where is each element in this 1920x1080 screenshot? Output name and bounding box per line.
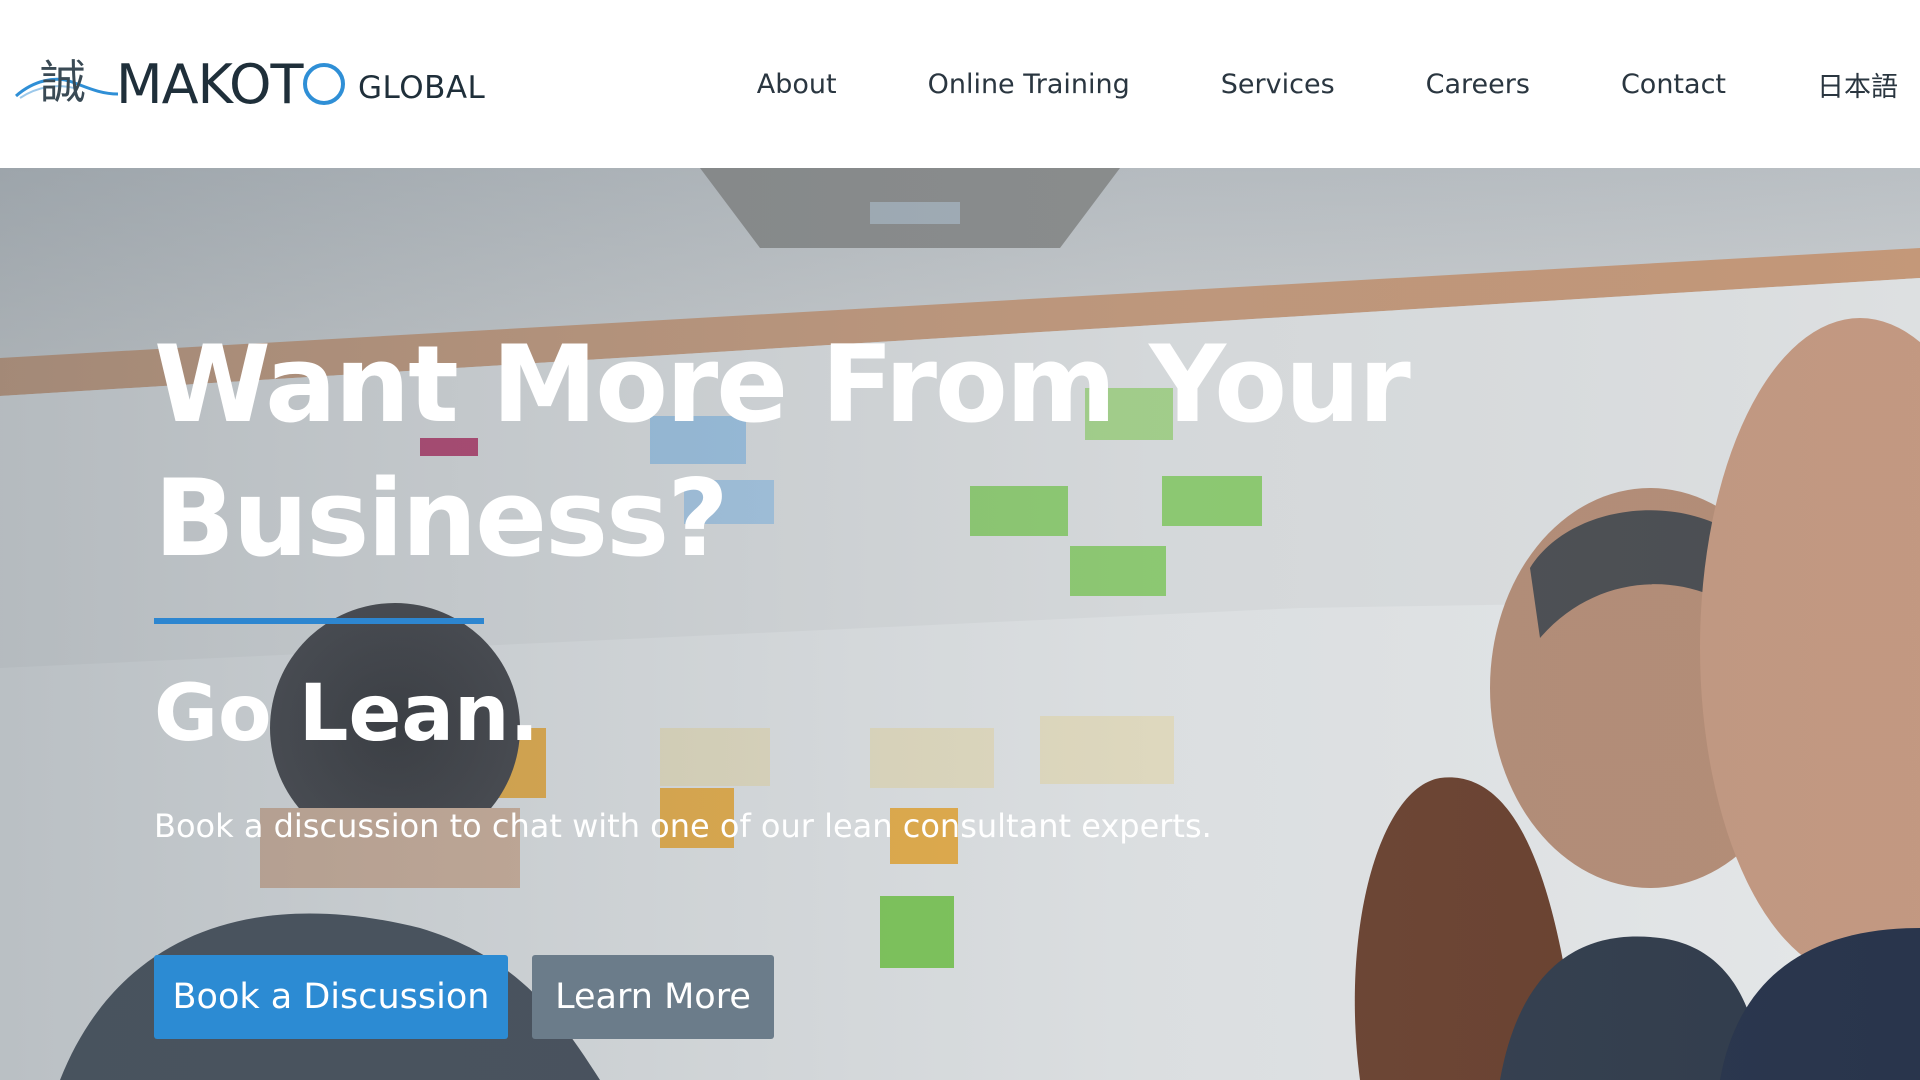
- nav-careers[interactable]: Careers: [1426, 69, 1530, 100]
- nav-services[interactable]: Services: [1221, 69, 1335, 100]
- hero-content: Want More From Your Business? Go Lean. B…: [154, 318, 1454, 1039]
- main-nav: About Online Training Services Careers C…: [757, 62, 1898, 106]
- hero-background-image: [0, 168, 1920, 1080]
- hero-subheading: Go Lean.: [154, 669, 540, 759]
- makoto-global-logo[interactable]: 誠 MAKOT GLOBAL: [14, 54, 494, 114]
- logo-global-text: GLOBAL: [358, 70, 486, 106]
- hero-heading-line-2: Business?: [154, 457, 729, 580]
- hero-accent-rule: [154, 618, 484, 624]
- hero-heading-line-1: Want More From Your: [154, 323, 1411, 446]
- logo-kanji: 誠: [40, 55, 86, 109]
- book-a-discussion-button[interactable]: Book a Discussion: [154, 955, 508, 1039]
- nav-online-training[interactable]: Online Training: [928, 69, 1130, 100]
- nav-about[interactable]: About: [757, 69, 837, 100]
- nav-japanese[interactable]: 日本語: [1817, 65, 1898, 104]
- learn-more-button[interactable]: Learn More: [532, 955, 774, 1039]
- nav-contact[interactable]: Contact: [1621, 69, 1726, 100]
- hero-description: Book a discussion to chat with one of ou…: [154, 807, 1212, 845]
- logo-wordmark: MAKOT: [116, 53, 303, 116]
- logo-circle-o-icon: [303, 63, 345, 105]
- hero-section: Want More From Your Business? Go Lean. B…: [0, 168, 1920, 1080]
- site-header: 誠 MAKOT GLOBAL About Online Training Ser…: [0, 0, 1920, 168]
- hero-heading: Want More From Your Business?: [154, 318, 1454, 586]
